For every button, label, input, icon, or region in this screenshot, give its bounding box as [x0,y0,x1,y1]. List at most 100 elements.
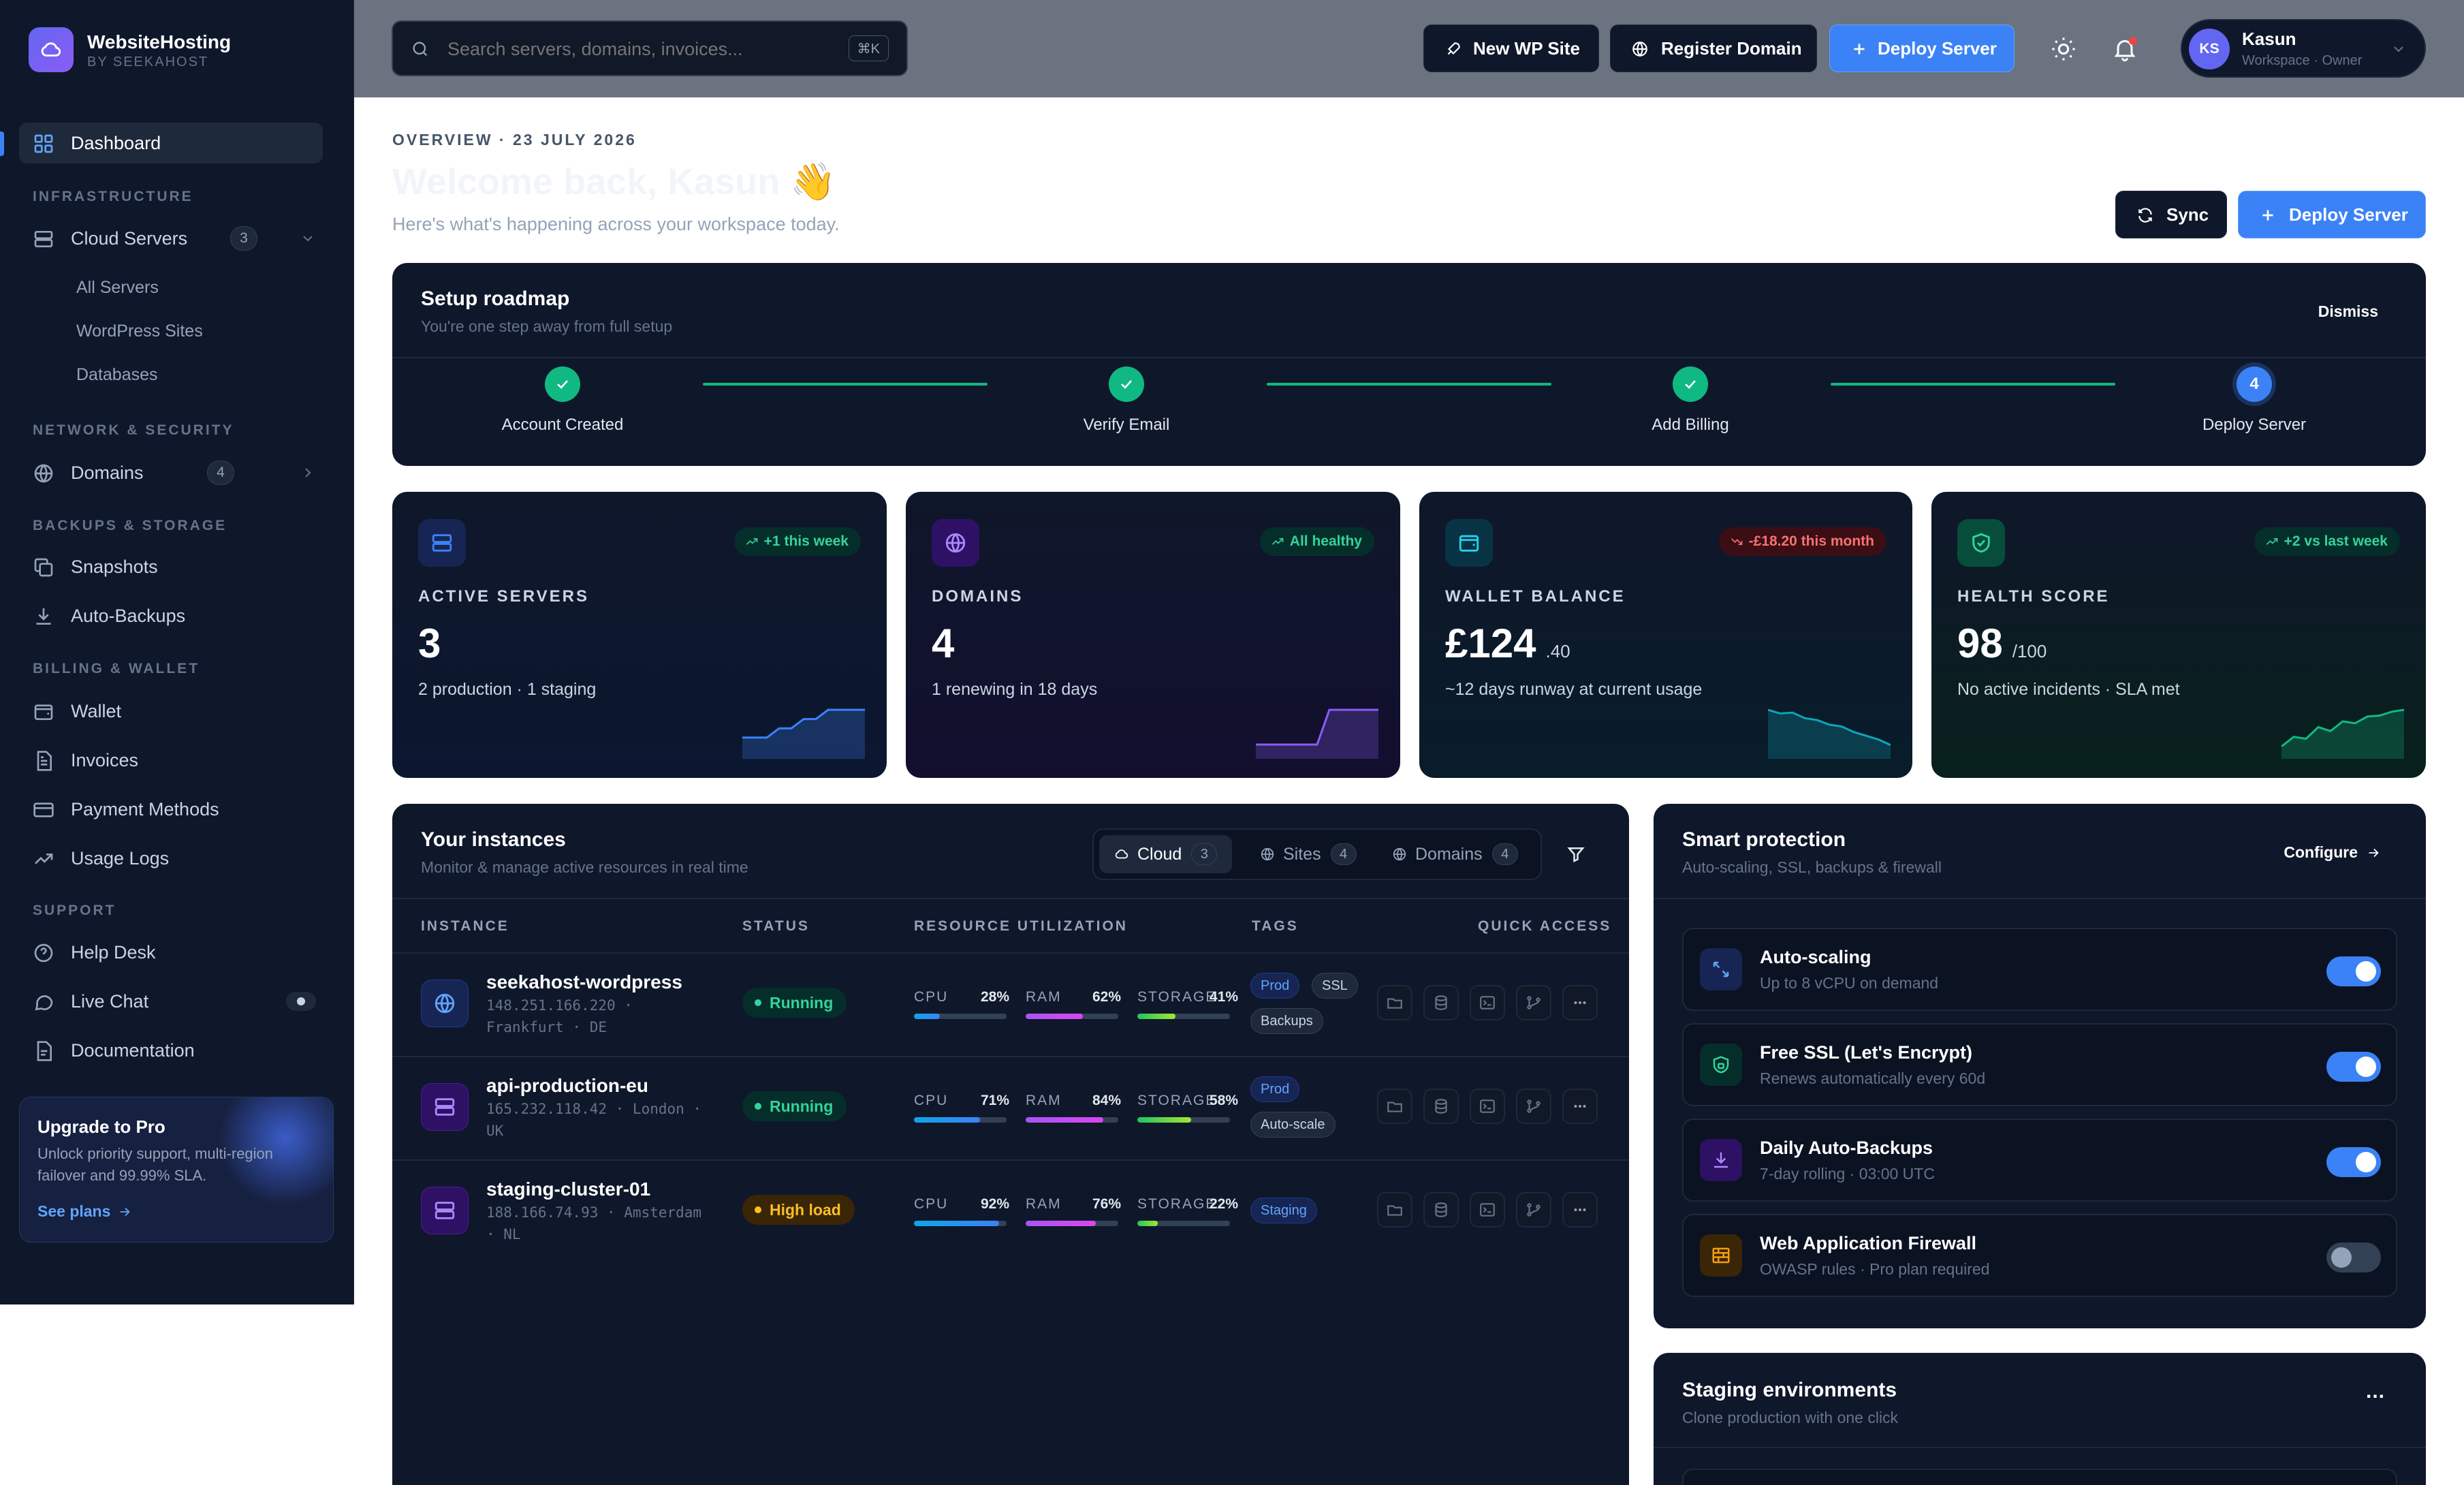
globe-icon [1632,42,1647,57]
register-domain-button[interactable]: Register Domain [1610,25,1817,72]
sidebar-subitem-all-servers[interactable]: All Servers [76,278,159,298]
stat-card-domains[interactable]: All healthy DOMAINS 4 1 renewing in 18 d… [906,492,1400,778]
quick-terminal-button[interactable] [1470,1089,1505,1124]
quick-terminal-button[interactable] [1470,1192,1505,1228]
user-menu[interactable]: KS Kasun Workspace · Owner [2181,19,2426,78]
sidebar-item-help-desk[interactable]: Help Desk [19,932,323,973]
database-icon [1435,995,1447,1010]
brand-logo[interactable] [29,27,74,72]
quick-git-branch-button[interactable] [1516,1089,1551,1124]
sidebar-subitem-databases[interactable]: Databases [76,365,158,385]
stat-card-wallet-balance[interactable]: -£18.20 this month WALLET BALANCE £124.4… [1419,492,1912,778]
protection-item-subtitle: 7-day rolling · 03:00 UTC [1760,1165,1935,1183]
upgrade-text: Unlock priority support, multi-region [37,1145,274,1162]
quick-more-button[interactable] [1562,1089,1598,1124]
sync-button[interactable]: Sync [2115,191,2227,238]
staging-title: Staging environments [1682,1379,1897,1401]
stat-card-health-score[interactable]: +2 vs last week HEALTH SCORE 98/100 No a… [1931,492,2426,778]
globe-icon [421,980,469,1027]
stat-card-active-servers[interactable]: +1 this week ACTIVE SERVERS 3 2 producti… [392,492,887,778]
section-backups: BACKUPS & STORAGE [33,518,227,533]
active-indicator [0,131,4,156]
ram-value: 62% [1092,989,1122,1005]
notification-dot [2129,37,2137,45]
cpu-value: 28% [981,989,1010,1005]
protection-item-subtitle: Up to 8 vCPU on demand [1760,974,1939,992]
sidebar-item-domains[interactable]: Domains 4 [19,452,323,493]
trend-up-icon [1272,538,1284,545]
quick-folder-button[interactable] [1377,985,1412,1020]
filter-button[interactable] [1560,838,1592,871]
ram-bar [1026,1014,1118,1019]
sidebar-item-invoices[interactable]: Invoices [19,740,323,781]
sidebar-item-snapshots[interactable]: Snapshots [19,546,323,587]
storage-value: 58% [1210,1093,1239,1108]
section-infrastructure: INFRASTRUCTURE [33,189,193,204]
instance-name[interactable]: seekahost-wordpress [486,971,682,993]
credit-card-icon [33,802,54,817]
quick-terminal-button[interactable] [1470,985,1505,1020]
quick-git-branch-button[interactable] [1516,1192,1551,1228]
stat-label: DOMAINS [932,587,1024,606]
cpu-value: 92% [981,1196,1010,1212]
tag: Auto-scale [1250,1112,1336,1138]
sparkline [742,708,865,759]
stat-description: ~12 days runway at current usage [1445,680,1703,699]
storage-label: STORAGE [1137,1093,1217,1108]
quick-more-button[interactable] [1562,985,1598,1020]
quick-database-button[interactable] [1423,1192,1459,1228]
terminal-icon [1480,996,1495,1010]
tab-sites[interactable]: Sites 4 [1248,835,1369,873]
daily-backups-toggle[interactable] [2326,1147,2381,1177]
deploy-server-button[interactable]: Deploy Server [2238,191,2426,238]
free-ssl-toggle[interactable] [2326,1052,2381,1082]
auto-scaling-toggle[interactable] [2326,956,2381,986]
notifications-button[interactable] [2111,35,2138,63]
cpu-bar [914,1221,1007,1226]
instance-name[interactable]: staging-cluster-01 [486,1178,650,1200]
chevron-down-icon [2394,46,2403,52]
sidebar-item-label: Usage Logs [71,847,170,869]
quick-folder-button[interactable] [1377,1192,1412,1228]
sidebar-item-usage-logs[interactable]: Usage Logs [19,838,323,879]
sidebar-item-auto-backups[interactable]: Auto-Backups [19,595,323,636]
instance-name[interactable]: api-production-eu [486,1075,648,1097]
globe-icon [932,519,979,567]
sidebar-subitem-wordpress-sites[interactable]: WordPress Sites [76,322,203,341]
theme-toggle-button[interactable] [2050,35,2077,63]
quick-more-button[interactable] [1562,1192,1598,1228]
search-input[interactable] [447,34,802,64]
more-options-button[interactable]: ... [2366,1380,2385,1403]
sidebar-item-documentation[interactable]: Documentation [19,1030,323,1071]
sidebar-item-payment-methods[interactable]: Payment Methods [19,789,323,830]
search-icon [413,42,428,57]
globe-icon [34,464,53,483]
ram-bar [1026,1117,1118,1123]
stat-description: 2 production · 1 staging [418,680,597,699]
step-4-number: 4 [2237,366,2272,402]
sparkline [2281,708,2404,759]
more-icon [1574,1105,1586,1108]
folder-icon [1387,1205,1402,1216]
storage-label: STORAGE [1137,1196,1217,1212]
terminal-icon [1480,1099,1495,1113]
sidebar-item-wallet[interactable]: Wallet [19,691,323,732]
tab-cloud[interactable]: Cloud 3 [1099,835,1233,873]
waf-toggle[interactable] [2326,1242,2381,1272]
database-icon [1435,1202,1447,1217]
trend-badge: All healthy [1259,527,1374,556]
quick-database-button[interactable] [1423,985,1459,1020]
configure-button[interactable]: Configure [2284,843,2381,862]
quick-git-branch-button[interactable] [1516,985,1551,1020]
new-wp-site-button[interactable]: New WP Site [1423,25,1599,72]
deploy-server-header-button[interactable]: Deploy Server [1829,25,2015,72]
search-bar[interactable]: ⌘K [392,20,908,76]
dismiss-button[interactable]: Dismiss [2318,302,2378,321]
tab-domains[interactable]: Domains 4 [1380,835,1530,873]
sidebar-item-cloud-servers[interactable]: Cloud Servers 3 [19,218,323,259]
quick-folder-button[interactable] [1377,1089,1412,1124]
quick-database-button[interactable] [1423,1089,1459,1124]
see-plans-link[interactable]: See plans [37,1202,132,1221]
sidebar-item-dashboard[interactable]: Dashboard [19,123,323,163]
sidebar-item-live-chat[interactable]: Live Chat [19,981,323,1022]
